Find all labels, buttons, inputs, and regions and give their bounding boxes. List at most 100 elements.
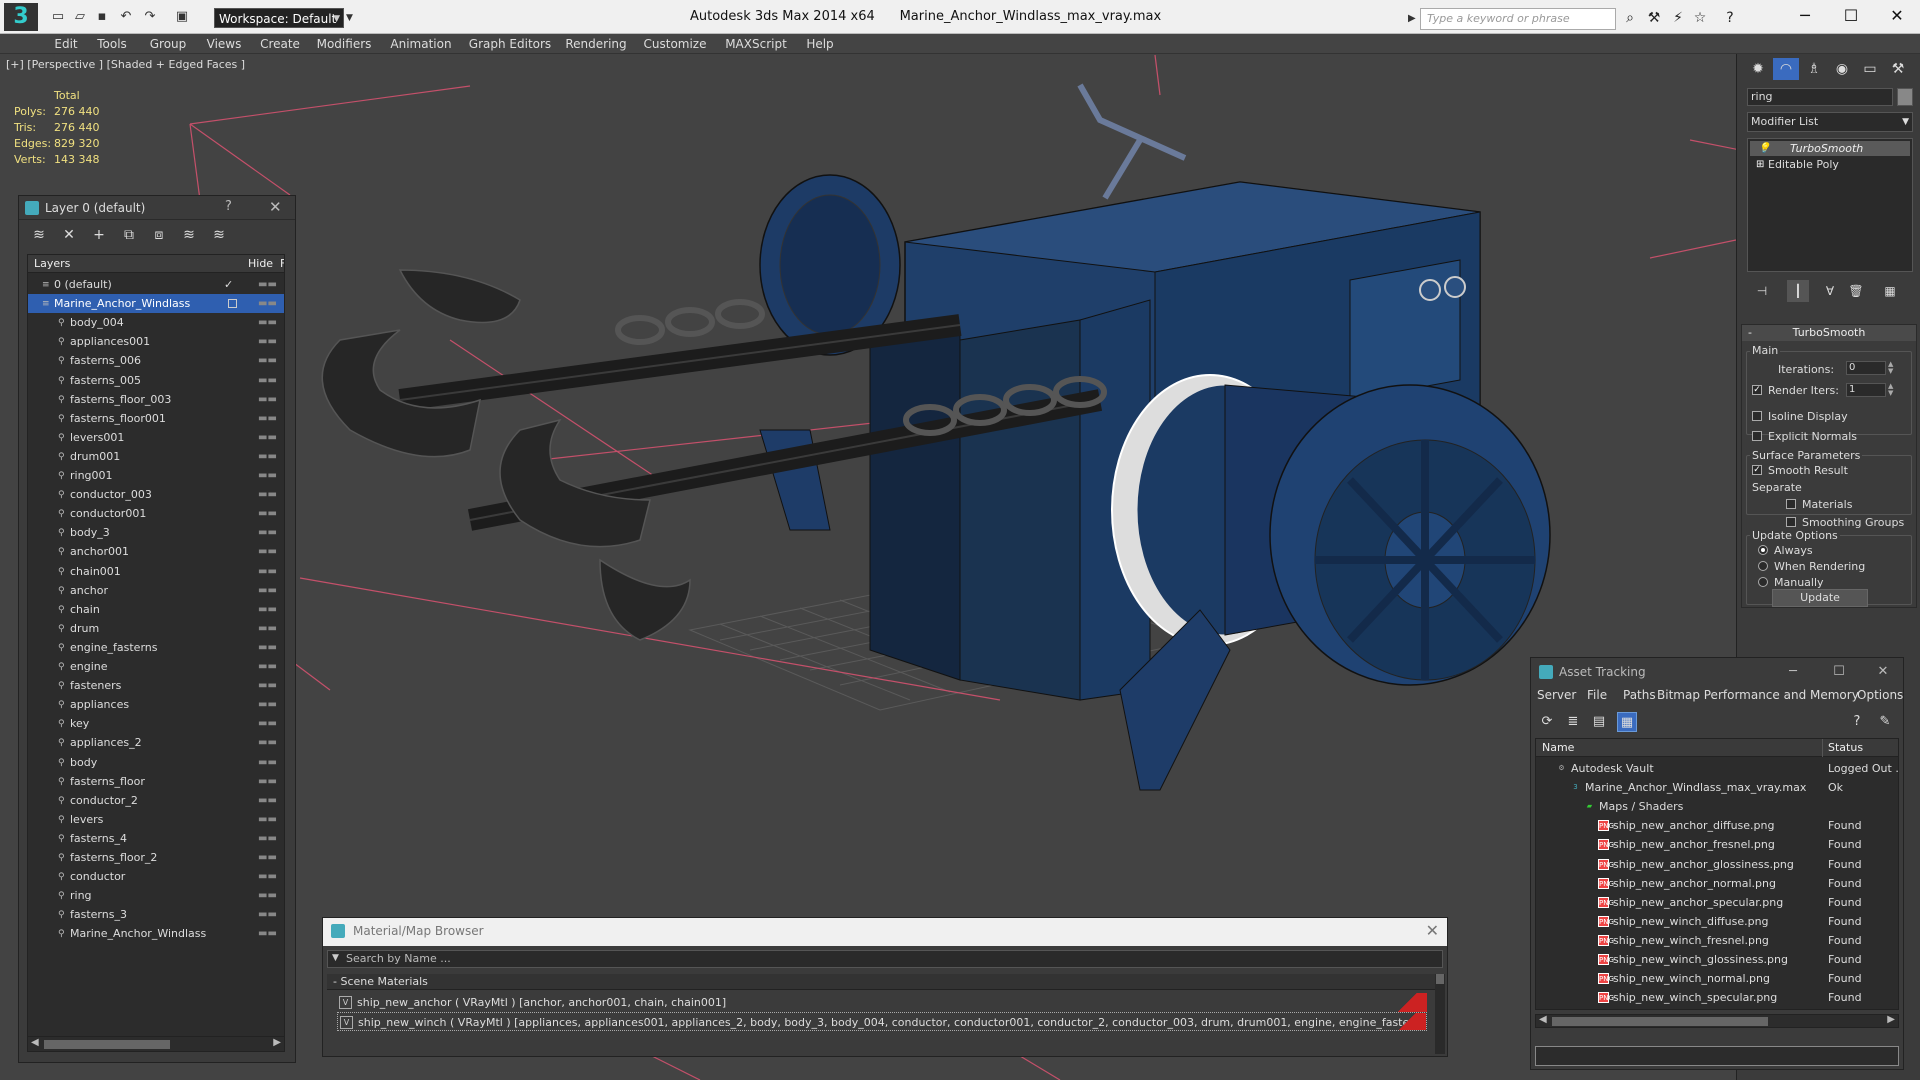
- material-vertical-scrollbar[interactable]: [1435, 974, 1445, 1054]
- layer-row[interactable]: ⚲ anchor001 ▬▬: [28, 542, 284, 561]
- asset-row[interactable]: PNG ship_new_anchor_fresnel.png Found: [1536, 835, 1898, 854]
- layer-row[interactable]: ⚲ anchor ▬▬: [28, 581, 284, 600]
- new-file-icon[interactable]: ▭: [50, 9, 66, 25]
- object-color-swatch[interactable]: [1897, 88, 1913, 106]
- lightbulb-icon[interactable]: 💡: [1758, 141, 1770, 156]
- communication-icon[interactable]: ⚡: [1670, 10, 1686, 26]
- layer-row[interactable]: ⚲ fasterns_floor_003 ▬▬: [28, 390, 284, 409]
- explicit-normals-checkbox[interactable]: [1752, 431, 1762, 441]
- layer-row[interactable]: ⚲ conductor001 ▬▬: [28, 504, 284, 523]
- freeze-toggle-icon[interactable]: ▬▬: [258, 351, 277, 370]
- freeze-toggle-icon[interactable]: ▬▬: [258, 581, 277, 600]
- binoculars-icon[interactable]: ⌕: [1622, 10, 1638, 26]
- highlight-icon[interactable]: ✎: [1875, 712, 1895, 732]
- scroll-thumb[interactable]: [1552, 1017, 1768, 1026]
- select-objects-icon[interactable]: ⧉: [119, 226, 139, 244]
- freeze-toggle-icon[interactable]: ▬▬: [258, 390, 277, 409]
- undo-icon[interactable]: ↶: [118, 9, 134, 25]
- asset-tracking-titlebar[interactable]: Asset Tracking ─ ☐ ✕: [1531, 658, 1903, 686]
- freeze-toggle-icon[interactable]: ▬▬: [258, 466, 277, 485]
- menu-views[interactable]: Views: [200, 34, 248, 54]
- workspace-menu-arrow-icon[interactable]: ▼: [346, 8, 358, 28]
- asset-row[interactable]: ⚙ Autodesk Vault Logged Out ...: [1536, 759, 1898, 778]
- freeze-toggle-icon[interactable]: ▬▬: [258, 542, 277, 561]
- layer-row[interactable]: ⚲ drum ▬▬: [28, 619, 284, 638]
- menu-modifiers[interactable]: Modifiers: [312, 34, 376, 54]
- scroll-right-icon[interactable]: ▶: [1887, 1014, 1895, 1025]
- freeze-toggle-icon[interactable]: ▬▬: [258, 657, 277, 676]
- smoothing-groups-checkbox[interactable]: [1786, 517, 1796, 527]
- menu-paths[interactable]: Paths: [1623, 688, 1656, 702]
- stack-item-turbosmooth[interactable]: 💡 TurboSmooth: [1750, 141, 1910, 156]
- layer-row[interactable]: ⚲ chain001 ▬▬: [28, 562, 284, 581]
- col-freeze[interactable]: F: [280, 257, 284, 270]
- layer-row[interactable]: ⚲ fasterns_006 ▬▬: [28, 351, 284, 370]
- freeze-toggle-icon[interactable]: ▬▬: [258, 371, 277, 390]
- modifier-list-dropdown[interactable]: Modifier List ▼: [1747, 112, 1913, 132]
- delete-layer-icon[interactable]: ✕: [59, 226, 79, 244]
- layer-row[interactable]: ⚲ appliances_2 ▬▬: [28, 733, 284, 752]
- freeze-toggle-icon[interactable]: ▬▬: [258, 886, 277, 905]
- menu-maxscript[interactable]: MAXScript: [720, 34, 792, 54]
- close-icon[interactable]: ✕: [1426, 921, 1439, 940]
- material-row-anchor[interactable]: V ship_new_anchor ( VRayMtl ) [anchor, a…: [337, 993, 1427, 1012]
- modify-tab-icon[interactable]: ◠: [1773, 58, 1799, 80]
- asset-row[interactable]: PNG ship_new_winch_fresnel.png Found: [1536, 931, 1898, 950]
- layer-row[interactable]: ⚲ fasterns_floor001 ▬▬: [28, 409, 284, 428]
- freeze-toggle-icon[interactable]: ▬▬: [258, 829, 277, 848]
- freeze-toggle-icon[interactable]: ▬▬: [258, 332, 277, 351]
- menu-server[interactable]: Server: [1537, 688, 1576, 702]
- project-folder-icon[interactable]: ▣: [174, 9, 190, 25]
- help-icon[interactable]: ?: [1847, 712, 1867, 732]
- freeze-toggle-icon[interactable]: ▬▬: [258, 733, 277, 752]
- layer-row[interactable]: ⚲ body ▬▬: [28, 753, 284, 772]
- maximize-button[interactable]: ☐: [1828, 0, 1874, 34]
- hide-all-icon[interactable]: ≋: [179, 226, 199, 244]
- layer-panel-titlebar[interactable]: Layer 0 (default) ? ✕: [19, 196, 295, 220]
- active-layer-check-icon[interactable]: ✓: [224, 275, 233, 294]
- layer-row[interactable]: ⚲ body_3 ▬▬: [28, 523, 284, 542]
- asset-horizontal-scrollbar[interactable]: ◀ ▶: [1535, 1014, 1899, 1028]
- freeze-toggle-icon[interactable]: ▬▬: [258, 562, 277, 581]
- layer-row[interactable]: ≡ Marine_Anchor_Windlass ▬▬: [28, 294, 284, 314]
- layer-row[interactable]: ⚲ ring ▬▬: [28, 886, 284, 905]
- freeze-toggle-icon[interactable]: ▬▬: [258, 313, 277, 332]
- close-button[interactable]: ✕: [1873, 662, 1893, 682]
- layer-row[interactable]: ⚲ engine_fasterns ▬▬: [28, 638, 284, 657]
- save-file-icon[interactable]: ▪: [94, 9, 110, 25]
- layer-row[interactable]: ⚲ fasterns_floor_2 ▬▬: [28, 848, 284, 867]
- layer-row[interactable]: ⚲ conductor ▬▬: [28, 867, 284, 886]
- expand-icon[interactable]: ⊞: [1756, 157, 1764, 172]
- layer-row[interactable]: ⚲ appliances ▬▬: [28, 695, 284, 714]
- layer-row[interactable]: ⚲ ring001 ▬▬: [28, 466, 284, 485]
- asset-row[interactable]: PNG ship_new_winch_glossiness.png Found: [1536, 950, 1898, 969]
- menu-create[interactable]: Create: [254, 34, 306, 54]
- viewport-label[interactable]: [+] [Perspective ] [Shaded + Edged Faces…: [6, 58, 245, 71]
- layer-row[interactable]: ⚲ conductor_2 ▬▬: [28, 791, 284, 810]
- menu-rendering[interactable]: Rendering: [562, 34, 630, 54]
- col-status[interactable]: Status: [1828, 741, 1863, 754]
- maximize-button[interactable]: ☐: [1829, 662, 1849, 682]
- layer-row[interactable]: ⚲ levers001 ▬▬: [28, 428, 284, 447]
- material-search-input[interactable]: ▼ Search by Name ...: [327, 950, 1443, 968]
- subscription-icon[interactable]: ⚒: [1646, 10, 1662, 26]
- close-icon[interactable]: ✕: [269, 198, 282, 216]
- search-input[interactable]: Type a keyword or phrase: [1420, 8, 1616, 30]
- object-name-field[interactable]: ring: [1747, 88, 1893, 106]
- freeze-toggle-icon[interactable]: ▬▬: [258, 447, 277, 466]
- update-button[interactable]: Update: [1772, 589, 1868, 607]
- freeze-toggle-icon[interactable]: ▬▬: [258, 619, 277, 638]
- minimize-button[interactable]: ─: [1782, 0, 1828, 34]
- layer-row[interactable]: ⚲ conductor_003 ▬▬: [28, 485, 284, 504]
- scroll-left-icon[interactable]: ◀: [31, 1037, 39, 1048]
- layer-row[interactable]: ⚲ fasterns_4 ▬▬: [28, 829, 284, 848]
- column-divider[interactable]: [1822, 739, 1823, 757]
- help-icon[interactable]: ?: [1722, 10, 1738, 26]
- scroll-thumb[interactable]: [44, 1040, 170, 1049]
- always-radio[interactable]: [1758, 545, 1768, 555]
- menu-help[interactable]: Help: [798, 34, 842, 54]
- iterations-spinner[interactable]: 0: [1846, 361, 1886, 375]
- layer-row[interactable]: ⚲ key ▬▬: [28, 714, 284, 733]
- menu-edit[interactable]: Edit: [46, 34, 86, 54]
- layer-row[interactable]: ≡ 0 (default) ✓ ▬▬: [28, 275, 284, 294]
